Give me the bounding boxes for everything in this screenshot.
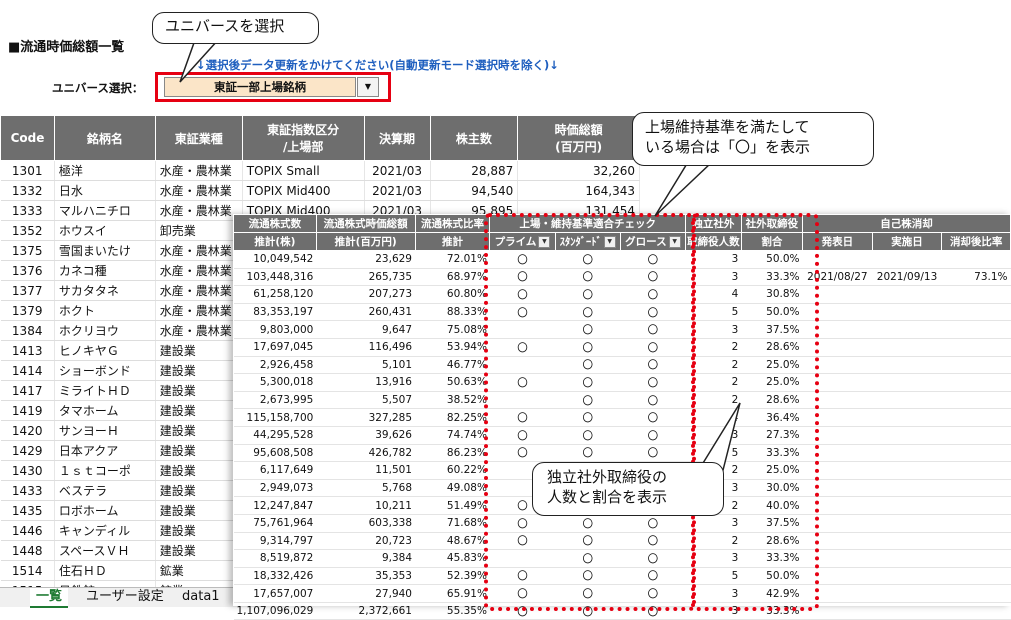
- callout-listing: 上場維持基準を満たして いる場合は「〇」を表示: [632, 112, 874, 166]
- callout-universe: ユニバースを選択: [152, 12, 319, 44]
- callout-pointers: [179, 39, 741, 484]
- callout-directors: 独立社外取締役の 人数と割合を表示: [532, 462, 724, 516]
